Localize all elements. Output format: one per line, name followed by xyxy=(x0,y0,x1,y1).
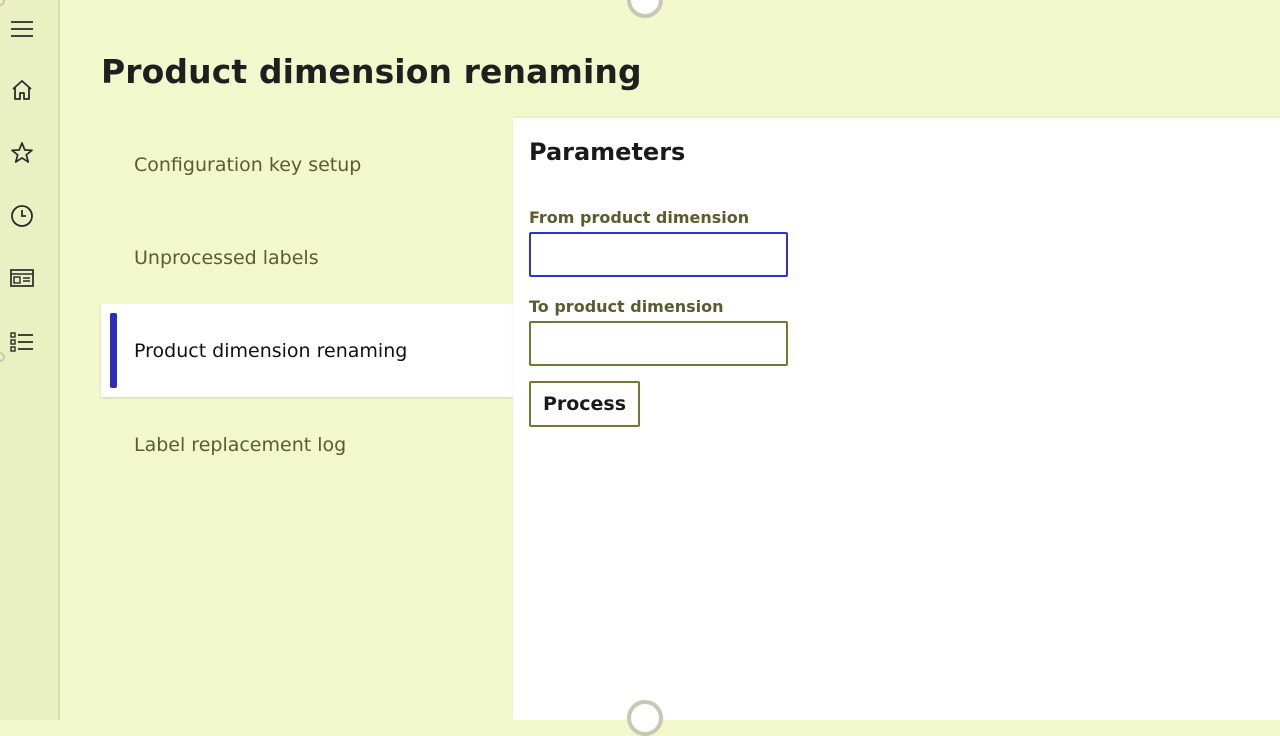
active-indicator xyxy=(110,313,117,388)
parameters-heading: Parameters xyxy=(529,138,686,166)
nav-item-label-replacement-log[interactable]: Label replacement log xyxy=(101,398,513,491)
from-product-dimension-label: From product dimension xyxy=(529,208,750,227)
nav-item-label: Configuration key setup xyxy=(134,153,362,176)
process-button[interactable]: Process xyxy=(529,381,640,427)
nav-item-product-dimension-renaming[interactable]: Product dimension renaming xyxy=(101,304,513,397)
nav-item-label: Product dimension renaming xyxy=(134,339,408,362)
parameters-panel: Parameters From product dimension To pro… xyxy=(513,118,1280,720)
nav-rail xyxy=(0,0,60,720)
bottom-resize-handle[interactable] xyxy=(627,700,663,736)
from-product-dimension-input[interactable] xyxy=(529,232,788,277)
hamburger-menu-icon[interactable] xyxy=(6,13,38,45)
nav-item-unprocessed-labels[interactable]: Unprocessed labels xyxy=(101,211,513,304)
to-product-dimension-label: To product dimension xyxy=(529,297,724,316)
nav-item-label: Label replacement log xyxy=(134,433,347,456)
star-icon[interactable] xyxy=(6,137,38,169)
nav-item-label: Unprocessed labels xyxy=(134,246,319,269)
workspace-icon[interactable] xyxy=(6,262,38,294)
section-nav: Configuration key setup Unprocessed labe… xyxy=(101,118,513,720)
home-icon[interactable] xyxy=(6,74,38,106)
clock-icon[interactable] xyxy=(6,200,38,232)
list-icon[interactable] xyxy=(6,326,38,358)
top-resize-handle[interactable] xyxy=(627,0,663,18)
nav-item-configuration-key-setup[interactable]: Configuration key setup xyxy=(101,118,513,211)
page-title: Product dimension renaming xyxy=(101,52,642,91)
to-product-dimension-input[interactable] xyxy=(529,321,788,366)
